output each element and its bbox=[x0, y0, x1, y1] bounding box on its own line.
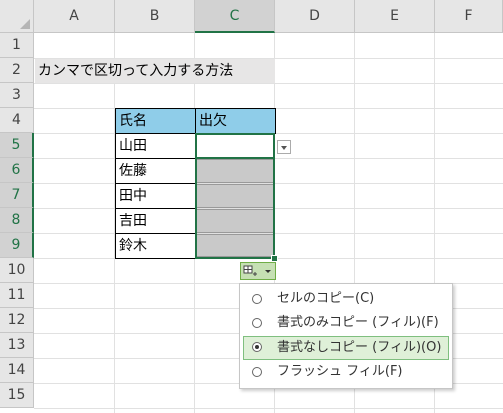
row-header-5[interactable]: 5 bbox=[0, 133, 34, 158]
select-all-triangle-icon bbox=[20, 19, 30, 29]
row-header-11[interactable]: 11 bbox=[0, 283, 34, 308]
gridline bbox=[34, 258, 503, 259]
column-header-c[interactable]: C bbox=[195, 0, 275, 33]
select-all-corner[interactable] bbox=[0, 0, 34, 33]
cell-b4-header-name[interactable]: 氏名 bbox=[115, 108, 196, 134]
column-header-f[interactable]: F bbox=[435, 0, 503, 33]
row-header-15[interactable]: 15 bbox=[0, 383, 34, 408]
cell-b9[interactable]: 鈴木 bbox=[115, 233, 196, 259]
autofill-options-menu: セルのコピー(C) 書式のみコピー (フィル)(F) 書式なしコピー (フィル)… bbox=[239, 283, 453, 389]
cell-c8[interactable] bbox=[196, 209, 274, 233]
column-header-e[interactable]: E bbox=[355, 0, 435, 33]
row-header-10[interactable]: 10 bbox=[0, 258, 34, 283]
cell-b6[interactable]: 佐藤 bbox=[115, 158, 196, 184]
row-header-3[interactable]: 3 bbox=[0, 83, 34, 108]
autofill-options-icon bbox=[243, 265, 271, 276]
row-header-14[interactable]: 14 bbox=[0, 358, 34, 383]
row-header-8[interactable]: 8 bbox=[0, 208, 34, 233]
fill-handle[interactable] bbox=[271, 255, 278, 262]
row-header-4[interactable]: 4 bbox=[0, 108, 34, 133]
row-header-12[interactable]: 12 bbox=[0, 308, 34, 333]
cell-c6[interactable] bbox=[196, 159, 274, 183]
row-header-7[interactable]: 7 bbox=[0, 183, 34, 208]
row-header-9[interactable]: 9 bbox=[0, 233, 34, 258]
cell-c4-header-attendance[interactable]: 出欠 bbox=[195, 108, 276, 134]
menu-item-flash-fill[interactable]: フラッシュ フィル(F) bbox=[243, 361, 449, 385]
menu-item-label: 書式なしコピー (フィル)(O) bbox=[277, 340, 442, 355]
row-header-6[interactable]: 6 bbox=[0, 158, 34, 183]
radio-icon bbox=[252, 294, 262, 304]
spreadsheet: A B C D E F 1 2 3 4 5 6 7 8 9 10 11 12 1… bbox=[0, 0, 503, 413]
row-header-13[interactable]: 13 bbox=[0, 333, 34, 358]
row-header-1[interactable]: 1 bbox=[0, 33, 34, 58]
column-header-b[interactable]: B bbox=[115, 0, 195, 33]
menu-item-fill-formatting-only[interactable]: 書式のみコピー (フィル)(F) bbox=[243, 312, 449, 336]
title-cell-a2[interactable]: カンマで区切って入力する方法 bbox=[35, 59, 275, 83]
radio-icon bbox=[252, 318, 262, 328]
menu-item-copy-cells[interactable]: セルのコピー(C) bbox=[243, 288, 449, 312]
column-header-a[interactable]: A bbox=[34, 0, 115, 33]
cell-b7[interactable]: 田中 bbox=[115, 183, 196, 209]
validation-dropdown-button[interactable] bbox=[277, 140, 291, 154]
cell-c5-active[interactable] bbox=[195, 133, 275, 159]
cell-b5[interactable]: 山田 bbox=[115, 133, 196, 159]
cell-c7[interactable] bbox=[196, 184, 274, 208]
menu-item-label: フラッシュ フィル(F) bbox=[277, 364, 403, 379]
menu-item-label: セルのコピー(C) bbox=[277, 291, 375, 306]
chevron-down-icon bbox=[281, 146, 287, 150]
cell-b8[interactable]: 吉田 bbox=[115, 208, 196, 234]
gridline bbox=[34, 83, 503, 84]
menu-item-fill-without-formatting[interactable]: 書式なしコピー (フィル)(O) bbox=[243, 336, 449, 360]
gridline bbox=[34, 408, 503, 409]
cell-c9[interactable] bbox=[196, 234, 274, 257]
autofill-options-button[interactable] bbox=[240, 262, 276, 280]
column-header-d[interactable]: D bbox=[275, 0, 355, 33]
radio-selected-icon bbox=[252, 342, 262, 352]
menu-item-label: 書式のみコピー (フィル)(F) bbox=[277, 315, 439, 330]
radio-icon bbox=[252, 367, 262, 377]
row-header-2[interactable]: 2 bbox=[0, 58, 34, 83]
